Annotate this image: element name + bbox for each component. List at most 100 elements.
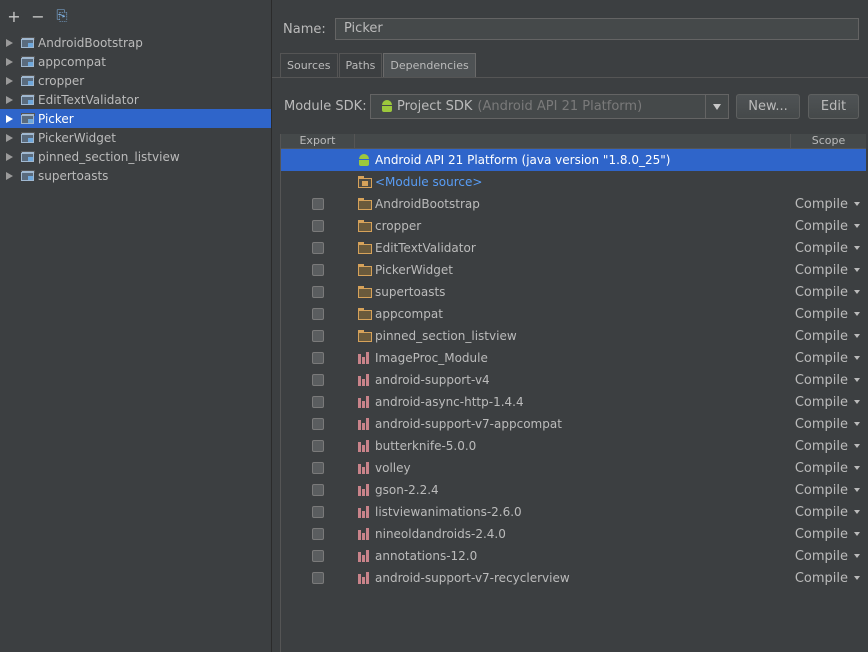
module-tree-item[interactable]: EditTextValidator <box>0 90 271 109</box>
export-checkbox[interactable] <box>311 396 324 408</box>
module-source-row[interactable]: <Module source> <box>281 171 866 193</box>
dependency-row[interactable]: volley Compile <box>281 457 866 479</box>
dependency-row[interactable]: ImageProc_Module Compile <box>281 347 866 369</box>
col-export[interactable]: Export <box>281 134 355 148</box>
add-icon[interactable]: + <box>6 7 22 26</box>
export-checkbox[interactable] <box>311 418 324 430</box>
export-checkbox[interactable] <box>311 550 324 562</box>
dependency-row[interactable]: annotations-12.0 Compile <box>281 545 866 567</box>
export-checkbox[interactable] <box>311 506 324 518</box>
module-tree-item[interactable]: appcompat <box>0 52 271 71</box>
export-checkbox[interactable] <box>311 440 324 452</box>
tab-sources[interactable]: Sources <box>280 53 338 77</box>
expand-arrow-icon[interactable] <box>6 76 13 85</box>
dependency-row[interactable]: android-support-v7-appcompat Compile <box>281 413 866 435</box>
dependency-row[interactable]: android-async-http-1.4.4 Compile <box>281 391 866 413</box>
scope-dropdown[interactable]: Compile <box>795 193 860 215</box>
export-checkbox[interactable] <box>311 220 324 232</box>
android-icon <box>358 153 370 167</box>
scope-dropdown[interactable]: Compile <box>795 545 860 567</box>
scope-dropdown[interactable]: Compile <box>795 303 860 325</box>
dependency-row[interactable]: nineoldandroids-2.4.0 Compile <box>281 523 866 545</box>
dependency-label: annotations-12.0 <box>375 549 478 563</box>
scope-dropdown[interactable]: Compile <box>795 259 860 281</box>
module-tree: AndroidBootstrap appcompat cropper EditText… <box>0 33 271 185</box>
scope-dropdown[interactable]: Compile <box>795 457 860 479</box>
copy-icon[interactable]: ⎘ <box>54 8 70 24</box>
dependency-row[interactable]: cropper Compile <box>281 215 866 237</box>
scope-dropdown[interactable]: Compile <box>795 435 860 457</box>
module-tree-item[interactable]: AndroidBootstrap <box>0 33 271 52</box>
module-tree-item[interactable]: cropper <box>0 71 271 90</box>
export-checkbox[interactable] <box>311 330 324 342</box>
export-checkbox[interactable] <box>311 528 324 540</box>
remove-icon[interactable]: − <box>30 7 46 26</box>
expand-arrow-icon[interactable] <box>6 152 13 161</box>
expand-arrow-icon[interactable] <box>6 171 13 180</box>
export-checkbox[interactable] <box>311 242 324 254</box>
dependency-label: PickerWidget <box>375 263 453 277</box>
name-label: Name: <box>283 21 326 37</box>
scope-dropdown[interactable]: Compile <box>795 325 860 347</box>
name-input[interactable]: Picker <box>335 18 859 40</box>
export-checkbox[interactable] <box>311 572 324 584</box>
module-sdk-select[interactable]: Project SDK (Android API 21 Platform) <box>370 94 729 119</box>
module-tree-item[interactable]: supertoasts <box>0 166 271 185</box>
chevron-down-icon[interactable] <box>705 95 728 118</box>
folder-icon <box>358 330 372 342</box>
dependency-row[interactable]: listviewanimations-2.6.0 Compile <box>281 501 866 523</box>
dependency-row[interactable]: EditTextValidator Compile <box>281 237 866 259</box>
dependency-row[interactable]: android-support-v7-recyclerview Compile <box>281 567 866 589</box>
export-checkbox[interactable] <box>311 308 324 320</box>
library-icon <box>358 396 371 408</box>
scope-dropdown[interactable]: Compile <box>795 237 860 259</box>
expand-arrow-icon[interactable] <box>6 57 13 66</box>
export-checkbox[interactable] <box>311 264 324 276</box>
tab-paths[interactable]: Paths <box>338 53 383 77</box>
export-checkbox[interactable] <box>311 484 324 496</box>
scope-dropdown[interactable]: Compile <box>795 523 860 545</box>
expand-arrow-icon[interactable] <box>6 38 13 47</box>
expand-arrow-icon[interactable] <box>6 133 13 142</box>
dependency-row[interactable]: supertoasts Compile <box>281 281 866 303</box>
tab-divider <box>272 77 868 78</box>
scope-dropdown[interactable]: Compile <box>795 413 860 435</box>
expand-arrow-icon[interactable] <box>6 95 13 104</box>
module-tree-item[interactable]: PickerWidget <box>0 128 271 147</box>
edit-sdk-button[interactable]: Edit <box>808 94 859 119</box>
new-sdk-button[interactable]: New... <box>736 94 800 119</box>
scope-dropdown[interactable]: Compile <box>795 347 860 369</box>
dependency-row[interactable]: appcompat Compile <box>281 303 866 325</box>
module-tree-label: EditTextValidator <box>38 92 139 107</box>
tab-dependencies[interactable]: Dependencies <box>383 53 476 77</box>
dependency-label: android-async-http-1.4.4 <box>375 395 524 409</box>
col-dependency[interactable] <box>355 134 791 148</box>
export-checkbox[interactable] <box>311 374 324 386</box>
dependency-row[interactable]: android-support-v4 Compile <box>281 369 866 391</box>
export-checkbox[interactable] <box>311 286 324 298</box>
library-icon <box>358 374 371 386</box>
export-checkbox[interactable] <box>311 462 324 474</box>
scope-dropdown[interactable]: Compile <box>795 369 860 391</box>
module-tree-label: appcompat <box>38 54 106 69</box>
module-tree-item[interactable]: Picker <box>0 109 271 128</box>
sdk-dependency-row[interactable]: Android API 21 Platform (java version "1… <box>281 149 866 171</box>
dependency-row[interactable]: butterknife-5.0.0 Compile <box>281 435 866 457</box>
module-folder-icon <box>21 170 35 181</box>
scope-dropdown[interactable]: Compile <box>795 479 860 501</box>
module-tree-item[interactable]: pinned_section_listview <box>0 147 271 166</box>
export-checkbox[interactable] <box>311 198 324 210</box>
col-scope[interactable]: Scope <box>791 134 866 148</box>
scope-dropdown[interactable]: Compile <box>795 215 860 237</box>
dependency-row[interactable]: PickerWidget Compile <box>281 259 866 281</box>
scope-dropdown[interactable]: Compile <box>795 567 860 589</box>
module-folder-icon <box>21 37 35 48</box>
dependency-row[interactable]: gson-2.2.4 Compile <box>281 479 866 501</box>
scope-dropdown[interactable]: Compile <box>795 281 860 303</box>
export-checkbox[interactable] <box>311 352 324 364</box>
dependency-row[interactable]: pinned_section_listview Compile <box>281 325 866 347</box>
dependency-row[interactable]: AndroidBootstrap Compile <box>281 193 866 215</box>
expand-arrow-icon[interactable] <box>6 114 13 123</box>
scope-dropdown[interactable]: Compile <box>795 501 860 523</box>
scope-dropdown[interactable]: Compile <box>795 391 860 413</box>
